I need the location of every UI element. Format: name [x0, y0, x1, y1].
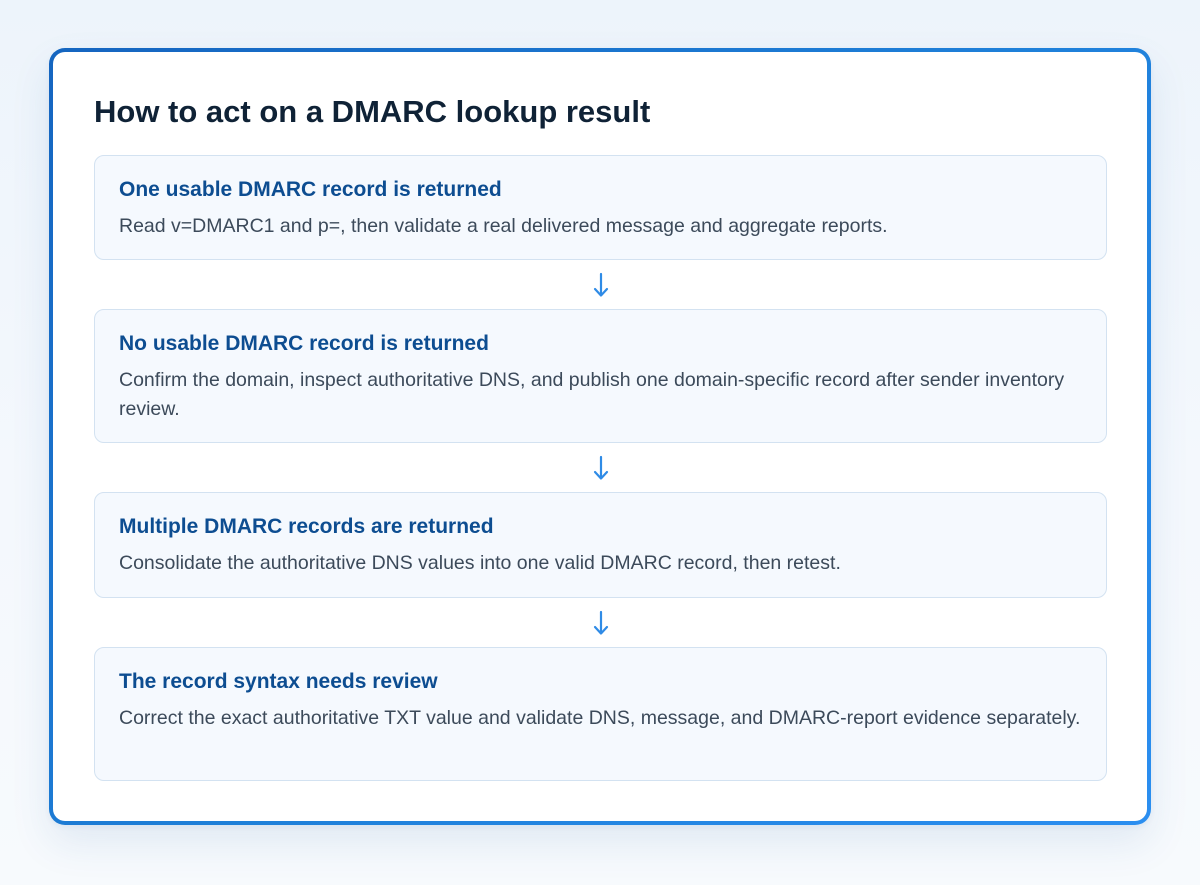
flow-card: How to act on a DMARC lookup result One … [49, 48, 1151, 825]
step-card-syntax-review: The record syntax needs review Correct t… [94, 647, 1107, 781]
flow-steps: One usable DMARC record is returned Read… [94, 155, 1107, 781]
step-description: Correct the exact authoritative TXT valu… [119, 707, 1081, 729]
step-description: Consolidate the authoritative DNS values… [119, 552, 841, 574]
step-description: Confirm the domain, inspect authoritativ… [119, 369, 1065, 420]
flow-connector [94, 443, 1107, 492]
arrow-down-icon [593, 455, 608, 480]
step-card-one-record: One usable DMARC record is returned Read… [94, 155, 1107, 260]
step-heading: The record syntax needs review [119, 670, 438, 693]
page-title: How to act on a DMARC lookup result [94, 94, 651, 129]
step-heading: One usable DMARC record is returned [119, 178, 502, 201]
arrow-down-icon [593, 610, 608, 635]
arrow-down-icon [593, 272, 608, 297]
step-card-no-record: No usable DMARC record is returned Confi… [94, 309, 1107, 443]
step-card-multiple-records: Multiple DMARC records are returned Cons… [94, 492, 1107, 598]
flow-connector [94, 598, 1107, 647]
step-heading: Multiple DMARC records are returned [119, 515, 494, 538]
flow-connector [94, 260, 1107, 309]
step-heading: No usable DMARC record is returned [119, 332, 489, 355]
step-description: Read v=DMARC1 and p=, then validate a re… [119, 215, 888, 237]
